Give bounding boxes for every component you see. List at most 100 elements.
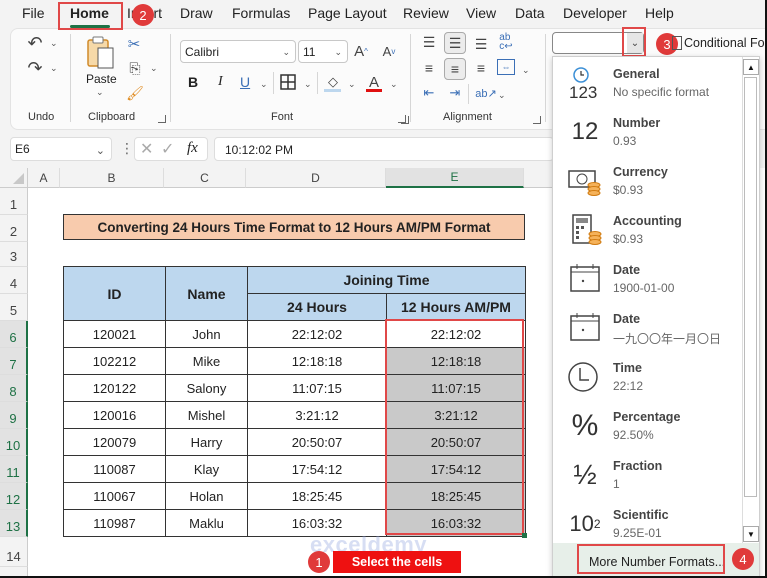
cell-24h[interactable]: 18:25:45 <box>247 482 387 510</box>
scroll-down-icon[interactable]: ▼ <box>743 526 759 542</box>
column-header-a[interactable]: A <box>28 168 60 188</box>
fill-color-dropdown-icon[interactable]: ⌄ <box>348 79 356 90</box>
underline-button[interactable]: U <box>240 74 250 90</box>
cell-24h[interactable]: 22:12:02 <box>247 320 387 348</box>
copy-icon[interactable]: ⎘ <box>126 59 144 77</box>
font-color-icon[interactable]: A <box>364 72 384 92</box>
underline-dropdown-icon[interactable]: ⌄ <box>260 79 268 90</box>
row-header-14[interactable]: 14 <box>0 537 28 567</box>
redo-dropdown-icon[interactable]: ⌄ <box>50 63 58 74</box>
column-header-d[interactable]: D <box>246 168 386 188</box>
cell-name[interactable]: Salony <box>165 374 248 402</box>
format-option-percentage[interactable]: % Percentage 92.50% <box>553 402 743 451</box>
merge-center-icon[interactable]: ⇔ <box>497 59 515 75</box>
cell-name[interactable]: Holan <box>165 482 248 510</box>
align-top-icon[interactable]: ☰ <box>420 34 438 50</box>
insert-function-icon[interactable]: fx <box>187 140 198 157</box>
font-color-dropdown-icon[interactable]: ⌄ <box>390 79 398 90</box>
paste-dropdown-icon[interactable]: ⌄ <box>96 87 104 98</box>
row-header-15[interactable] <box>0 567 28 576</box>
column-header-c[interactable]: C <box>164 168 246 188</box>
format-option-general[interactable]: 123 General No specific format <box>553 59 743 108</box>
cell-24h[interactable]: 17:54:12 <box>247 455 387 483</box>
decrease-font-size-icon[interactable]: Av <box>380 42 398 60</box>
alignment-left-launcher-icon[interactable] <box>401 116 409 124</box>
dropdown-scrollbar[interactable]: ▲ ▼ <box>742 57 759 543</box>
cell-12h-active[interactable]: 22:12:02 <box>386 320 526 348</box>
row-header-9[interactable]: 9 <box>0 402 28 429</box>
menu-review[interactable]: Review <box>403 5 449 21</box>
font-size-combo[interactable]: 11 ⌄ <box>298 40 348 63</box>
format-option-fraction[interactable]: ½ Fraction 1 <box>553 451 743 500</box>
align-bottom-icon[interactable]: ☰ <box>472 36 490 52</box>
name-box[interactable]: E6 ⌄ <box>10 137 112 161</box>
cell-24h[interactable]: 3:21:12 <box>247 401 387 429</box>
format-option-date-long[interactable]: Date 一九〇〇年一月〇日 <box>553 304 743 353</box>
align-middle-icon[interactable]: ☰ <box>444 32 466 54</box>
cell-name[interactable]: Klay <box>165 455 248 483</box>
undo-icon[interactable]: ↶ <box>24 33 46 53</box>
redo-icon[interactable]: ↷ <box>24 58 46 78</box>
increase-indent-icon[interactable]: ⇥ <box>446 85 464 101</box>
cell-id[interactable]: 110987 <box>63 509 166 537</box>
cell-name[interactable]: Mishel <box>165 401 248 429</box>
format-option-currency[interactable]: Currency $0.93 <box>553 157 743 206</box>
cell-id[interactable]: 120079 <box>63 428 166 456</box>
cell-12h[interactable]: 12:18:18 <box>386 347 526 375</box>
bold-button[interactable]: B <box>188 74 198 90</box>
cell-name[interactable]: Maklu <box>165 509 248 537</box>
cell-12h[interactable]: 20:50:07 <box>386 428 526 456</box>
font-name-combo[interactable]: Calibri ⌄ <box>180 40 296 63</box>
cell-24h[interactable]: 20:50:07 <box>247 428 387 456</box>
header-12-hours[interactable]: 12 Hours AM/PM <box>386 293 526 321</box>
cell-id[interactable]: 110067 <box>63 482 166 510</box>
chevron-down-icon[interactable]: ⌄ <box>96 144 105 157</box>
menu-data[interactable]: Data <box>515 5 545 21</box>
clipboard-launcher-icon[interactable] <box>158 115 166 123</box>
conditional-formatting-button[interactable]: Conditional For <box>684 36 765 50</box>
enter-icon[interactable]: ✓ <box>161 139 174 159</box>
menu-view[interactable]: View <box>466 5 496 21</box>
align-right-icon[interactable]: ≡ <box>472 60 490 76</box>
alignment-launcher-icon[interactable] <box>533 116 541 124</box>
header-24-hours[interactable]: 24 Hours <box>247 293 387 321</box>
row-header-6[interactable]: 6 <box>0 321 28 348</box>
cell-id[interactable]: 120021 <box>63 320 166 348</box>
format-painter-icon[interactable]: 🖌 <box>126 84 144 102</box>
menu-page-layout[interactable]: Page Layout <box>308 5 387 21</box>
row-header-11[interactable]: 11 <box>0 456 28 483</box>
row-header-1[interactable]: 1 <box>0 188 28 215</box>
cell-12h[interactable]: 18:25:45 <box>386 482 526 510</box>
header-id[interactable]: ID <box>63 266 166 321</box>
undo-dropdown-icon[interactable]: ⌄ <box>50 38 58 49</box>
menu-formulas[interactable]: Formulas <box>232 5 290 21</box>
borders-icon[interactable] <box>279 73 297 91</box>
cell-name[interactable]: John <box>165 320 248 348</box>
row-header-8[interactable]: 8 <box>0 375 28 402</box>
row-header-12[interactable]: 12 <box>0 483 28 510</box>
conditional-formatting-icon[interactable] <box>672 36 682 50</box>
italic-button[interactable]: I <box>218 74 223 90</box>
row-header-4[interactable]: 4 <box>0 267 28 294</box>
align-left-icon[interactable]: ≡ <box>420 60 438 76</box>
merge-dropdown-icon[interactable]: ⌄ <box>522 65 530 76</box>
row-header-3[interactable]: 3 <box>0 242 28 267</box>
menu-file[interactable]: File <box>22 5 45 21</box>
header-joining-time[interactable]: Joining Time <box>247 266 526 294</box>
format-option-accounting[interactable]: Accounting $0.93 <box>553 206 743 255</box>
formula-input[interactable]: 10:12:02 PM <box>214 137 554 161</box>
menu-developer[interactable]: Developer <box>563 5 627 21</box>
orientation-dropdown-icon[interactable]: ⌄ <box>498 90 506 101</box>
cell-12h[interactable]: 17:54:12 <box>386 455 526 483</box>
cell-id[interactable]: 110087 <box>63 455 166 483</box>
sheet-title[interactable]: Converting 24 Hours Time Format to 12 Ho… <box>63 214 525 240</box>
column-header-f[interactable] <box>524 168 554 188</box>
wrap-text-icon[interactable]: ab c↩ <box>497 33 515 52</box>
scroll-thumb[interactable] <box>744 77 757 497</box>
cell-24h[interactable]: 11:07:15 <box>247 374 387 402</box>
menu-help[interactable]: Help <box>645 5 674 21</box>
cell-id[interactable]: 102212 <box>63 347 166 375</box>
fill-handle[interactable] <box>522 533 527 538</box>
cut-icon[interactable]: ✂ <box>126 35 142 53</box>
cell-id[interactable]: 120016 <box>63 401 166 429</box>
